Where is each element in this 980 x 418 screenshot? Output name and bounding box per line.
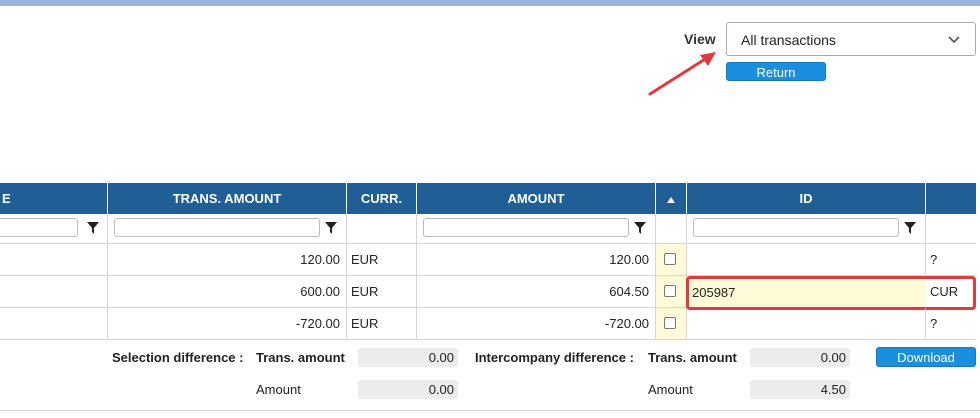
row-select-cell (656, 276, 687, 308)
table-row-cell (0, 276, 108, 308)
filter-icon[interactable] (324, 221, 338, 235)
filter-input-id[interactable] (693, 218, 899, 237)
selection-trans-amount-value: 0.00 (358, 348, 458, 367)
header-amount[interactable]: AMOUNT (417, 183, 656, 214)
trans-amount-cell: 120.00 (108, 244, 347, 276)
intercompany-difference-label: Intercompany difference : (475, 350, 634, 365)
id-cell[interactable] (687, 308, 926, 340)
filter-icon[interactable] (903, 221, 917, 235)
header-extra (926, 183, 976, 214)
header-id[interactable]: ID (687, 183, 926, 214)
filter-icon[interactable] (86, 221, 100, 235)
trans-amount-cell: -720.00 (108, 308, 347, 340)
intercompany-trans-amount-label: Trans. amount (648, 350, 737, 365)
table-row-cell (0, 308, 108, 340)
extra-cell: ? (926, 244, 976, 276)
filter-input-trans-amount[interactable] (114, 218, 320, 237)
filter-input-e[interactable] (0, 218, 78, 237)
header-sort[interactable] (656, 183, 687, 214)
row-select-cell (656, 244, 687, 276)
header-trans-amount[interactable]: TRANS. AMOUNT (108, 183, 347, 214)
filter-cell-e (0, 214, 108, 244)
currency-cell: EUR (347, 308, 417, 340)
amount-cell: -720.00 (417, 308, 656, 340)
currency-cell: EUR (347, 244, 417, 276)
intercompany-amount-value: 4.50 (750, 380, 850, 399)
filter-input-amount[interactable] (423, 218, 629, 237)
view-select-value: All transactions (741, 32, 836, 48)
intercompany-amount-label: Amount (648, 382, 693, 397)
table-row-cell (0, 244, 108, 276)
intercompany-trans-amount-value: 0.00 (750, 348, 850, 367)
selection-trans-amount-label: Trans. amount (256, 350, 345, 365)
filter-cell-id (687, 214, 926, 244)
filter-cell-trans-amount (108, 214, 347, 244)
chevron-down-icon (948, 36, 960, 44)
header-col-e[interactable]: E (0, 183, 108, 214)
amount-cell: 604.50 (417, 276, 656, 308)
header-currency[interactable]: CURR. (347, 183, 417, 214)
download-button[interactable]: Download (876, 347, 976, 367)
annotation-arrow-icon (648, 52, 716, 96)
trans-amount-cell: 600.00 (108, 276, 347, 308)
highlight-box (686, 276, 976, 310)
top-bar (0, 0, 980, 6)
id-cell[interactable] (687, 244, 926, 276)
sort-up-icon (667, 196, 675, 203)
row-checkbox[interactable] (664, 317, 676, 329)
filter-icon[interactable] (633, 221, 647, 235)
filter-cell-check (656, 214, 687, 244)
currency-cell: EUR (347, 276, 417, 308)
amount-cell: 120.00 (417, 244, 656, 276)
return-button[interactable]: Return (726, 62, 826, 81)
row-select-cell (656, 308, 687, 340)
selection-difference-label: Selection difference : (112, 350, 244, 365)
selection-amount-value: 0.00 (358, 380, 458, 399)
filter-cell-extra (926, 214, 976, 244)
row-checkbox[interactable] (664, 285, 676, 297)
filter-cell-currency (347, 214, 417, 244)
row-checkbox[interactable] (664, 253, 676, 265)
view-select[interactable]: All transactions (726, 22, 976, 56)
selection-amount-label: Amount (256, 382, 301, 397)
extra-cell: ? (926, 308, 976, 340)
view-label: View (684, 31, 716, 47)
bottom-divider (0, 410, 980, 411)
filter-cell-amount (417, 214, 656, 244)
